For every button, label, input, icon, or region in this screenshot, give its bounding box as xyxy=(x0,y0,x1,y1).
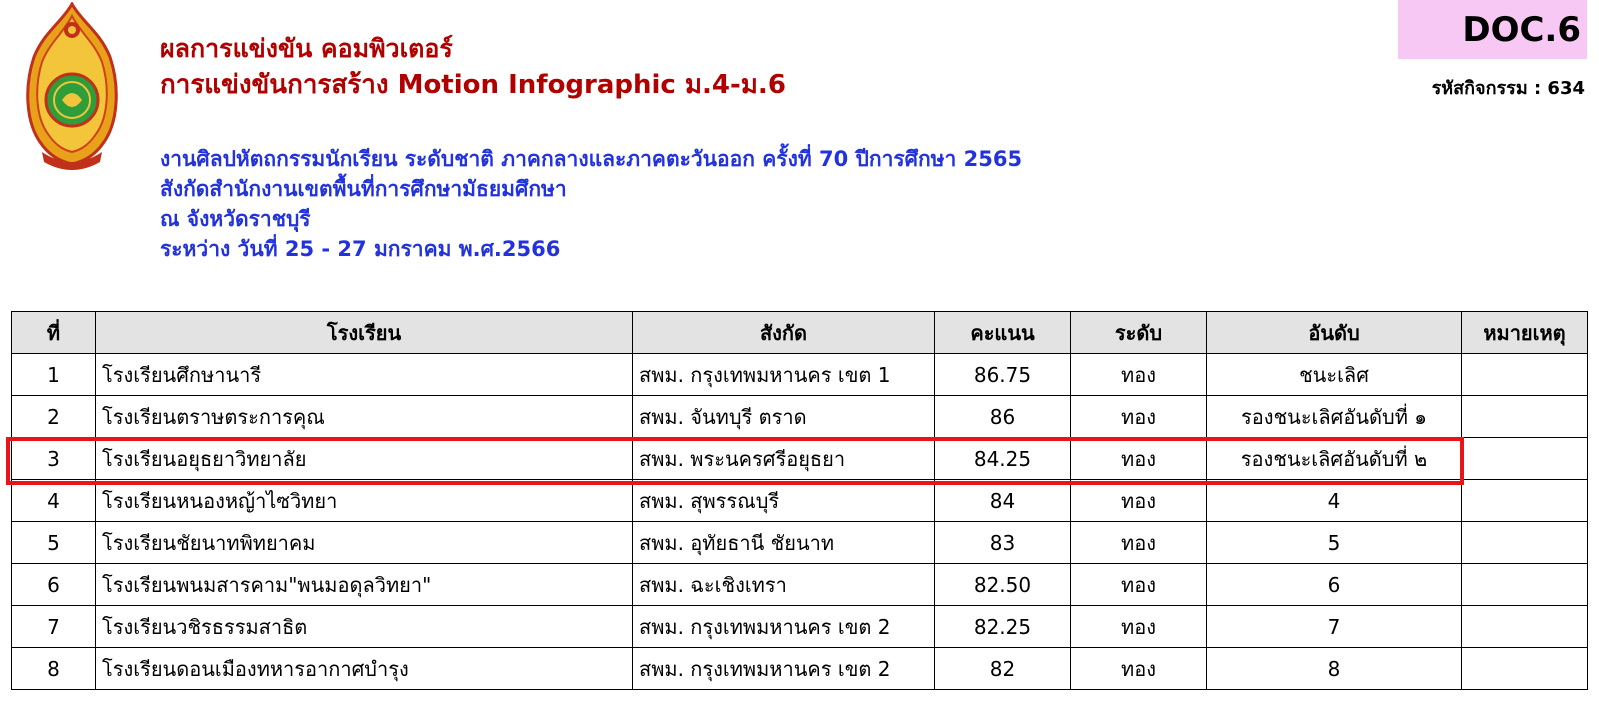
cell-score: 84 xyxy=(934,479,1071,522)
cell-no: 7 xyxy=(11,605,96,648)
cell-note xyxy=(1461,647,1588,690)
cell-level: ทอง xyxy=(1070,479,1207,522)
cell-rank: ชนะเลิศ xyxy=(1206,353,1462,396)
cell-school: โรงเรียนดอนเมืองทหารอากาศบำรุง xyxy=(95,647,633,690)
cell-score: 82.25 xyxy=(934,605,1071,648)
header-no: ที่ xyxy=(11,311,96,354)
date-subtitle: ระหว่าง วันที่ 25 - 27 มกราคม พ.ศ.2566 xyxy=(160,237,561,261)
table-row: 2 โรงเรียนตราษตระการคุณ สพม. จันทบุรี ตร… xyxy=(11,395,1588,438)
cell-rank: รองชนะเลิศอันดับที่ ๒ xyxy=(1206,437,1462,480)
header-rank: อันดับ xyxy=(1206,311,1462,354)
page-title: ผลการแข่งขัน คอมพิวเตอร์ xyxy=(160,34,453,63)
cell-area: สพม. อุทัยธานี ชัยนาท xyxy=(632,521,935,564)
cell-school: โรงเรียนหนองหญ้าไซวิทยา xyxy=(95,479,633,522)
cell-level: ทอง xyxy=(1070,437,1207,480)
cell-school: โรงเรียนตราษตระการคุณ xyxy=(95,395,633,438)
cell-score: 86.75 xyxy=(934,353,1071,396)
cell-area: สพม. กรุงเทพมหานคร เขต 2 xyxy=(632,605,935,648)
header-score: คะแนน xyxy=(934,311,1071,354)
cell-level: ทอง xyxy=(1070,395,1207,438)
cell-school: โรงเรียนชัยนาทพิทยาคม xyxy=(95,521,633,564)
results-table: ที่ โรงเรียน สังกัด คะแนน ระดับ อันดับ ห… xyxy=(11,311,1588,690)
cell-school: โรงเรียนอยุธยาวิทยาลัย xyxy=(95,437,633,480)
cell-rank: 4 xyxy=(1206,479,1462,522)
header-level: ระดับ xyxy=(1070,311,1207,354)
emblem-logo xyxy=(26,2,118,170)
cell-no: 5 xyxy=(11,521,96,564)
cell-level: ทอง xyxy=(1070,605,1207,648)
cell-note xyxy=(1461,479,1588,522)
cell-note xyxy=(1461,353,1588,396)
cell-no: 1 xyxy=(11,353,96,396)
cell-level: ทอง xyxy=(1070,521,1207,564)
organization-subtitle: สังกัดสำนักงานเขตพื้นที่การศึกษามัธยมศึก… xyxy=(160,177,567,201)
cell-no: 8 xyxy=(11,647,96,690)
cell-area: สพม. พระนครศรีอยุธยา xyxy=(632,437,935,480)
header-note: หมายเหตุ xyxy=(1461,311,1588,354)
cell-rank: 5 xyxy=(1206,521,1462,564)
cell-school: โรงเรียนวชิรธรรมสาธิต xyxy=(95,605,633,648)
cell-note xyxy=(1461,437,1588,480)
cell-note xyxy=(1461,521,1588,564)
cell-area: สพม. ฉะเชิงเทรา xyxy=(632,563,935,606)
cell-score: 84.25 xyxy=(934,437,1071,480)
cell-rank: 8 xyxy=(1206,647,1462,690)
cell-score: 86 xyxy=(934,395,1071,438)
cell-area: สพม. กรุงเทพมหานคร เขต 2 xyxy=(632,647,935,690)
cell-level: ทอง xyxy=(1070,563,1207,606)
cell-rank: รองชนะเลิศอันดับที่ ๑ xyxy=(1206,395,1462,438)
table-row: 1 โรงเรียนศึกษานารี สพม. กรุงเทพมหานคร เ… xyxy=(11,353,1588,396)
cell-rank: 7 xyxy=(1206,605,1462,648)
location-subtitle: ณ จังหวัดราชบุรี xyxy=(160,207,311,231)
cell-no: 3 xyxy=(11,437,96,480)
cell-note xyxy=(1461,605,1588,648)
header-area: สังกัด xyxy=(632,311,935,354)
cell-school: โรงเรียนศึกษานารี xyxy=(95,353,633,396)
table-header-row: ที่ โรงเรียน สังกัด คะแนน ระดับ อันดับ ห… xyxy=(11,311,1588,354)
competition-title: การแข่งขันการสร้าง Motion Infographic ม.… xyxy=(160,70,786,100)
table-row: 6 โรงเรียนพนมสารคาม"พนมอดุลวิทยา" สพม. ฉ… xyxy=(11,563,1588,606)
cell-note xyxy=(1461,395,1588,438)
cell-score: 83 xyxy=(934,521,1071,564)
table-row: 4 โรงเรียนหนองหญ้าไซวิทยา สพม. สุพรรณบุร… xyxy=(11,479,1588,522)
table-row: 3 โรงเรียนอยุธยาวิทยาลัย สพม. พระนครศรีอ… xyxy=(11,437,1588,480)
table-row: 5 โรงเรียนชัยนาทพิทยาคม สพม. อุทัยธานี ช… xyxy=(11,521,1588,564)
cell-score: 82.50 xyxy=(934,563,1071,606)
header-school: โรงเรียน xyxy=(95,311,633,354)
cell-no: 6 xyxy=(11,563,96,606)
cell-area: สพม. กรุงเทพมหานคร เขต 1 xyxy=(632,353,935,396)
cell-note xyxy=(1461,563,1588,606)
cell-no: 2 xyxy=(11,395,96,438)
cell-no: 4 xyxy=(11,479,96,522)
cell-school: โรงเรียนพนมสารคาม"พนมอดุลวิทยา" xyxy=(95,563,633,606)
doc-badge: DOC.6 xyxy=(1398,0,1587,59)
cell-area: สพม. จันทบุรี ตราด xyxy=(632,395,935,438)
activity-code: รหัสกิจกรรม : 634 xyxy=(1431,78,1585,99)
cell-level: ทอง xyxy=(1070,353,1207,396)
table-row: 7 โรงเรียนวชิรธรรมสาธิต สพม. กรุงเทพมหาน… xyxy=(11,605,1588,648)
event-subtitle: งานศิลปหัตถกรรมนักเรียน ระดับชาติ ภาคกลา… xyxy=(160,147,1023,171)
doc-label: DOC.6 xyxy=(1462,9,1581,50)
cell-area: สพม. สุพรรณบุรี xyxy=(632,479,935,522)
cell-score: 82 xyxy=(934,647,1071,690)
cell-level: ทอง xyxy=(1070,647,1207,690)
cell-rank: 6 xyxy=(1206,563,1462,606)
table-row: 8 โรงเรียนดอนเมืองทหารอากาศบำรุง สพม. กร… xyxy=(11,647,1588,690)
